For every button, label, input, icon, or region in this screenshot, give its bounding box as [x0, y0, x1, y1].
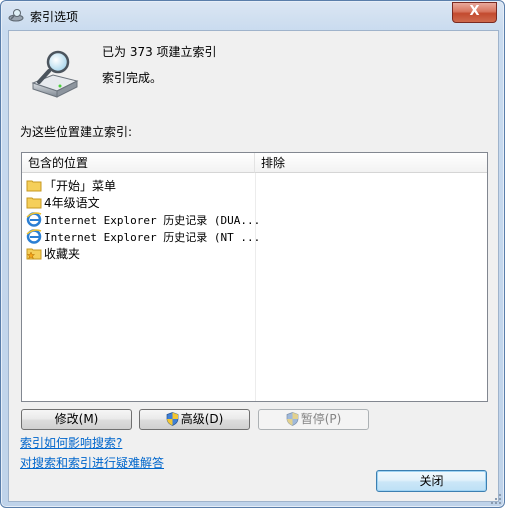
troubleshoot-search-link[interactable]: 对搜索和索引进行疑难解答: [20, 454, 164, 471]
advanced-button[interactable]: 高级(D): [139, 409, 250, 430]
list-item[interactable]: Internet Explorer 历史记录 (NT ...: [26, 228, 260, 245]
window-title: 索引选项: [30, 10, 79, 24]
pause-button[interactable]: 暂停(P): [258, 409, 369, 430]
list-item[interactable]: 收藏夹: [26, 245, 80, 262]
uac-shield-icon: [166, 412, 179, 426]
modify-button[interactable]: 修改(M): [21, 409, 132, 430]
list-item[interactable]: 「开始」菜单: [26, 177, 116, 194]
folder-icon: [26, 180, 42, 192]
how-indexing-affects-search-link[interactable]: 索引如何影响搜索?: [20, 434, 122, 451]
resize-grip-icon[interactable]: [490, 493, 502, 505]
dialog-body: 已为 373 项建立索引 索引完成。 为这些位置建立索引: 包含的位置 排除 「…: [8, 30, 499, 502]
title-close-button[interactable]: X: [452, 2, 497, 23]
pause-button-label: 暂停(P): [300, 412, 342, 426]
column-header-included[interactable]: 包含的位置: [22, 153, 255, 173]
index-drive-magnifier-icon: [31, 50, 79, 98]
indexing-options-window: 索引选项 X 已为 373 项建立索引 索引完成。 为这些位置建立索引: 包含的: [0, 0, 505, 508]
list-item-label: Internet Explorer 历史记录 (NT ...: [44, 231, 261, 244]
uac-shield-icon: [286, 412, 299, 426]
favorites-folder-icon: [26, 248, 42, 260]
indexing-state-text: 索引完成。: [102, 71, 163, 85]
list-item[interactable]: Internet Explorer 历史记录 (DUA...: [26, 211, 260, 228]
list-item-label: 「开始」菜单: [44, 179, 117, 193]
list-item-label: 收藏夹: [44, 247, 81, 261]
list-item-label: 4年级语文: [44, 196, 100, 210]
list-item-label: Internet Explorer 历史记录 (DUA...: [44, 214, 261, 227]
indexing-options-icon: [8, 9, 24, 22]
indexed-count-text: 已为 373 项建立索引: [102, 45, 217, 59]
list-item[interactable]: 4年级语文: [26, 194, 100, 211]
close-button[interactable]: 关闭: [376, 470, 487, 492]
column-header-excluded[interactable]: 排除: [255, 153, 487, 173]
ie-icon: [26, 229, 42, 244]
advanced-button-label: 高级(D): [180, 412, 224, 426]
column-divider: [255, 173, 256, 401]
ie-icon: [26, 212, 42, 227]
title-bar[interactable]: 索引选项 X: [1, 1, 504, 29]
locations-label: 为这些位置建立索引:: [20, 125, 133, 139]
folder-icon: [26, 197, 42, 209]
locations-list[interactable]: 包含的位置 排除 「开始」菜单 4年级语文 Internet Explorer …: [21, 152, 488, 402]
